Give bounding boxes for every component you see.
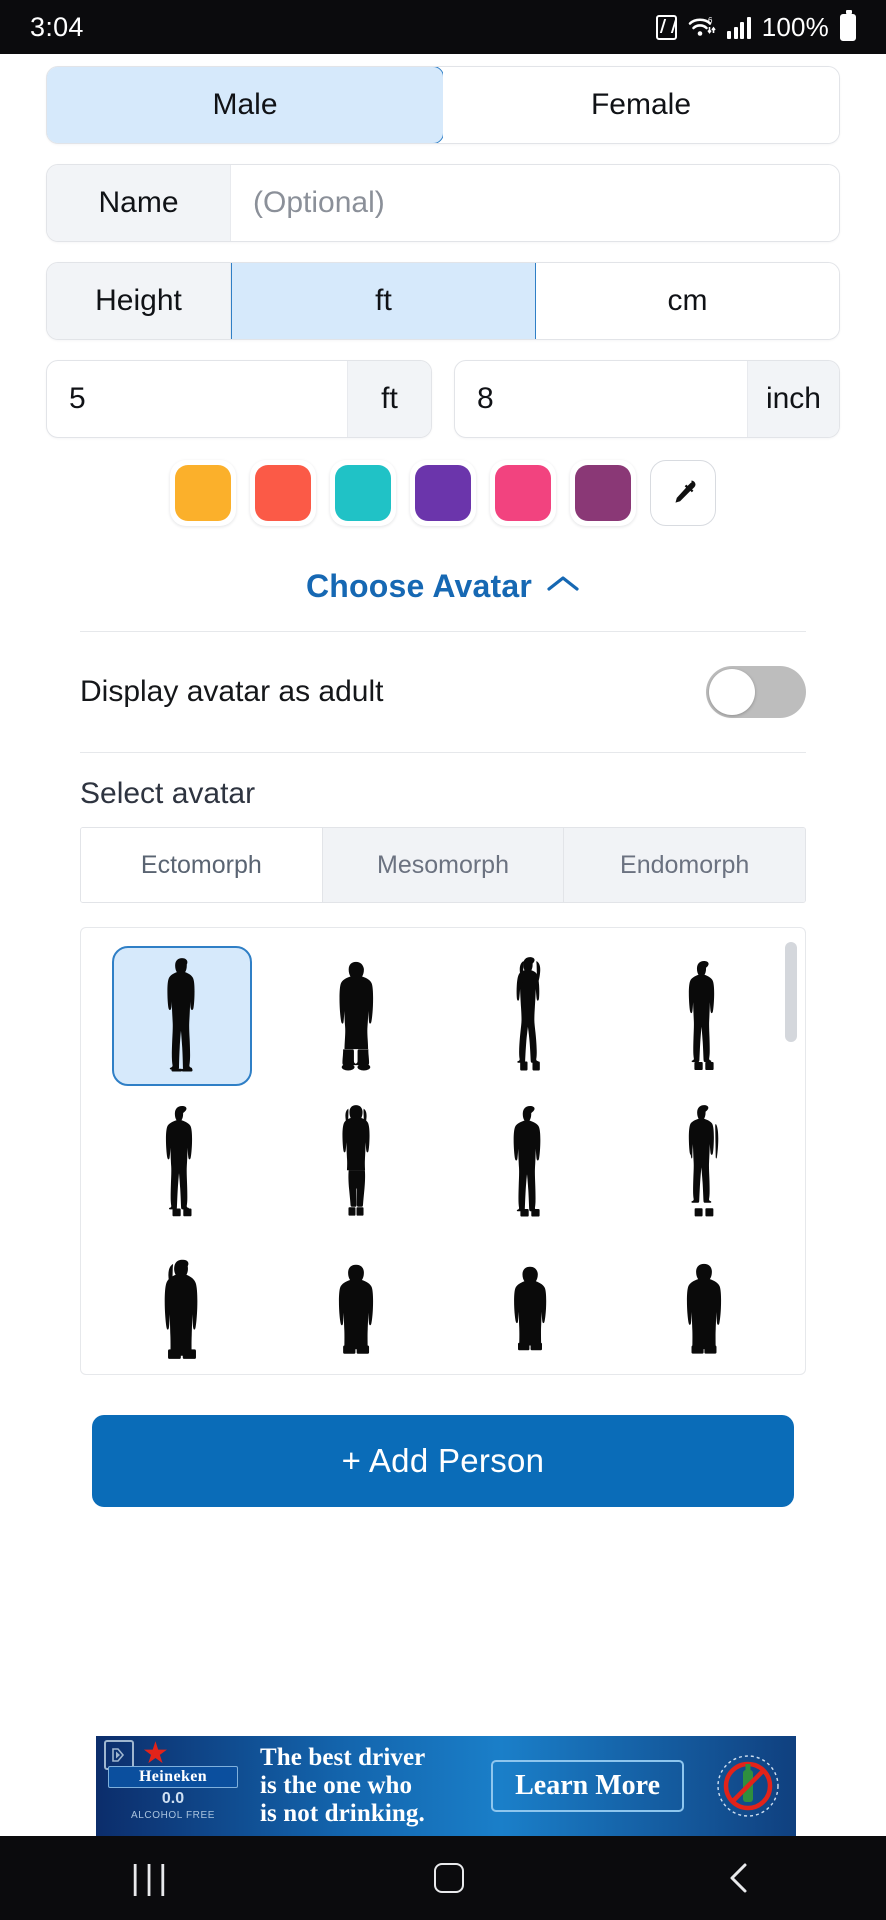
color-swatch-row: [46, 460, 840, 526]
avatar-grid-container: [80, 927, 806, 1375]
height-inch-field[interactable]: 8 inch: [454, 360, 840, 438]
battery-icon: [840, 9, 856, 41]
name-row: Name (Optional): [46, 164, 840, 242]
height-feet-field[interactable]: 5 ft: [46, 360, 432, 438]
height-inch-unit: inch: [746, 361, 839, 437]
chevron-up-icon: [546, 573, 580, 600]
height-feet-value[interactable]: 5: [47, 361, 347, 437]
tab-ectomorph[interactable]: Ectomorph: [81, 828, 323, 902]
phone-screen: 3:04 6 100% Male Female Name (Optional) …: [0, 0, 886, 1920]
status-time: 3:04: [30, 11, 84, 42]
add-person-button[interactable]: + Add Person: [92, 1415, 794, 1507]
avatar-grid: [95, 946, 791, 1374]
eyedropper-icon[interactable]: [650, 460, 716, 526]
avatar-grid-scrollbar[interactable]: [785, 942, 797, 1042]
ad-brand-name: Heineken: [108, 1766, 238, 1788]
no-drink-driving-icon: [700, 1750, 796, 1822]
display-adult-switch[interactable]: [706, 666, 806, 718]
tab-endomorph[interactable]: Endomorph: [564, 828, 805, 902]
ad-brand-sub: 0.0: [161, 1790, 185, 1807]
avatar-option-7[interactable]: [634, 1092, 774, 1232]
display-adult-row: Display avatar as adult: [46, 632, 840, 752]
ad-headline-line-1: The best driver: [260, 1744, 426, 1771]
ad-banner[interactable]: ★ Heineken 0.0 ALCOHOL FREE The best dri…: [96, 1736, 796, 1836]
color-swatch-pink[interactable]: [490, 460, 556, 526]
gender-option-female[interactable]: Female: [443, 67, 839, 143]
height-feet-unit: ft: [347, 361, 431, 437]
height-unit-ft[interactable]: ft: [231, 263, 536, 339]
avatar-option-5[interactable]: [286, 1092, 426, 1232]
choose-avatar-label: Choose Avatar: [305, 568, 533, 604]
height-unit-row: Height ft cm: [46, 262, 840, 340]
ad-brand-tag: ALCOHOL FREE: [130, 1810, 216, 1821]
back-icon[interactable]: [725, 1861, 755, 1895]
tab-mesomorph[interactable]: Mesomorph: [322, 828, 565, 902]
recents-icon[interactable]: |||: [131, 1859, 173, 1898]
home-icon[interactable]: [433, 1863, 464, 1893]
ad-learn-more-button[interactable]: Learn More: [491, 1760, 684, 1812]
body-type-tabs: Ectomorph Mesomorph Endomorph: [80, 827, 806, 903]
color-swatch-teal[interactable]: [330, 460, 396, 526]
gender-segmented-control: Male Female: [46, 66, 840, 144]
height-label: Height: [47, 263, 231, 339]
avatar-option-8[interactable]: [112, 1238, 252, 1374]
system-nav-bar: |||: [0, 1836, 886, 1920]
nfc-icon: [656, 14, 678, 40]
avatar-option-10[interactable]: [460, 1238, 600, 1374]
status-bar: 3:04 6 100%: [0, 0, 886, 54]
avatar-option-6[interactable]: [460, 1092, 600, 1232]
color-swatch-orange[interactable]: [170, 460, 236, 526]
ad-headline: The best driver is the one who is not dr…: [246, 1744, 491, 1828]
height-values-row: 5 ft 8 inch: [46, 360, 840, 438]
ad-headline-line-3: is not drinking.: [260, 1800, 425, 1827]
avatar-option-4[interactable]: [112, 1092, 252, 1232]
form-area: Male Female Name (Optional) Height ft cm…: [0, 54, 886, 1507]
display-adult-label: Display avatar as adult: [80, 675, 384, 708]
color-swatch-magenta[interactable]: [570, 460, 636, 526]
signal-icon: [727, 15, 751, 39]
select-avatar-title: Select avatar: [80, 777, 256, 810]
avatar-option-9[interactable]: [286, 1238, 426, 1374]
wifi-icon: 6: [688, 15, 716, 39]
add-person-wrap: + Add Person: [46, 1375, 840, 1507]
height-unit-cm[interactable]: cm: [536, 263, 839, 339]
name-label: Name: [47, 165, 231, 241]
color-swatch-purple[interactable]: [410, 460, 476, 526]
height-inch-value[interactable]: 8: [455, 361, 747, 437]
gender-option-male[interactable]: Male: [47, 67, 444, 143]
switch-knob: [709, 669, 755, 715]
status-icons: 6 100%: [656, 9, 856, 43]
app-content: Male Female Name (Optional) Height ft cm…: [0, 54, 886, 1836]
avatar-option-0[interactable]: [112, 946, 252, 1086]
avatar-option-11[interactable]: [634, 1238, 774, 1374]
ad-brand-block: ★ Heineken 0.0 ALCOHOL FREE: [96, 1736, 246, 1836]
heineken-star-icon: ★: [142, 1737, 169, 1770]
ad-headline-line-2: is the one who: [260, 1772, 413, 1799]
avatar-option-3[interactable]: [634, 946, 774, 1086]
avatar-option-1[interactable]: [286, 946, 426, 1086]
choose-avatar-toggle[interactable]: Choose Avatar: [46, 538, 840, 631]
battery-percent: 100%: [761, 11, 829, 42]
svg-text:6: 6: [708, 16, 713, 25]
color-swatch-red[interactable]: [250, 460, 316, 526]
name-input[interactable]: (Optional): [231, 165, 839, 241]
avatar-option-2[interactable]: [460, 946, 600, 1086]
